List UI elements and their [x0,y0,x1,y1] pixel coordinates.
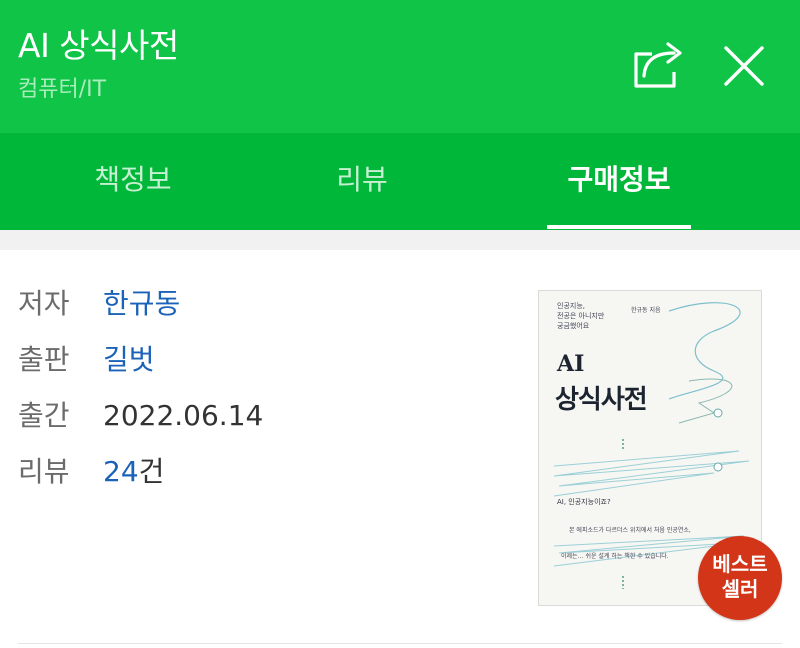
info-row-publisher: 출판 길벗 [18,340,155,380]
cover-tagline-1: 인공지능, [557,302,585,310]
book-info-panel: 저자 한규동 출판 길벗 출간 2022.06.14 리뷰 24건 인공지능, 전공은 … [0,250,800,648]
cover-title-1: AI [557,351,585,377]
info-row-reviews: 리뷰 24건 [18,452,164,492]
tab-purchase-info[interactable]: 구매정보 [540,133,698,230]
badge-line-2: 셀러 [721,577,759,601]
cover-desc-2: 이제는… 쉬운 설계 하는 책한 수 있습니다. [561,553,669,560]
active-tab-indicator [547,225,691,229]
info-row-pubdate: 출간 2022.06.14 [18,396,263,436]
close-icon [724,46,764,86]
cover-tagline-3: 궁금했어요 [557,322,590,330]
cover-title-2: 상식사전 [555,385,648,415]
reviews-key: 리뷰 [18,455,70,488]
close-button[interactable] [718,40,770,92]
pubdate-key: 출간 [18,399,70,432]
info-row-author: 저자 한규동 [18,284,180,324]
share-button[interactable] [630,38,690,90]
author-link[interactable]: 한규동 [103,287,180,320]
tab-book-info[interactable]: 책정보 [58,133,208,230]
section-divider [0,230,800,250]
cover-author: 한규동 지음 [631,307,661,314]
tab-bar: 책정보 리뷰 구매정보 [0,133,800,230]
badge-line-1: 베스트 [712,552,768,576]
share-icon [634,42,682,88]
category-label: 컴퓨터/IT [18,77,107,102]
cover-question: AI, 인공지능이죠? [557,498,611,506]
cover-desc-1: 본 에피소드가 다르더스 위치에서 처음 인공연소, [569,527,691,534]
publisher-key: 출판 [18,343,70,376]
bestseller-badge: 베스트 셀러 [698,536,782,620]
app-header: AI 상식사전 컴퓨터/IT [0,0,800,133]
tab-reviews[interactable]: 리뷰 [287,133,437,230]
review-count-suffix: 건 [138,455,165,488]
review-count-link[interactable]: 24 [103,455,139,488]
pubdate-value: 2022.06.14 [103,399,264,432]
cover-tagline-2: 전공은 아니지만 [557,312,605,320]
page-title: AI 상식사전 [18,26,179,65]
publisher-link[interactable]: 길벗 [103,343,155,376]
author-key: 저자 [18,287,70,320]
bottom-divider [18,643,782,644]
